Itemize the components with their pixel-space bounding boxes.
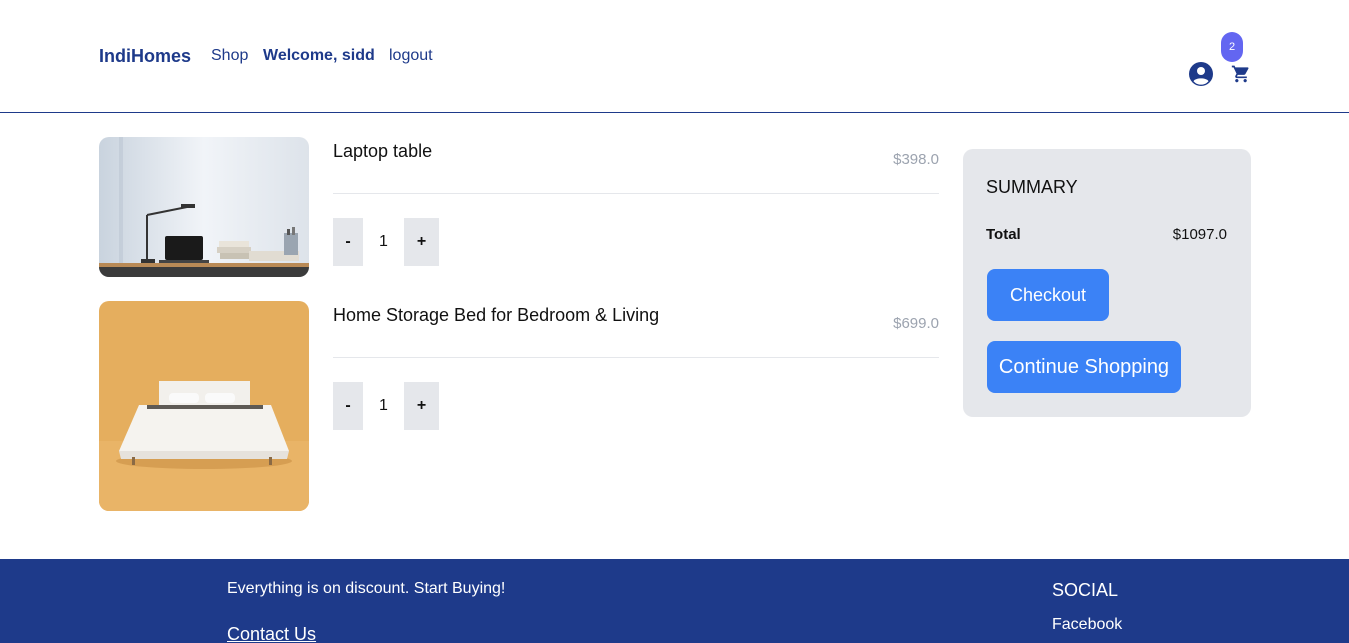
footer-tagline: Everything is on discount. Start Buying!: [227, 580, 506, 597]
welcome-text: Welcome, sidd: [263, 47, 375, 64]
increase-quantity-button[interactable]: +: [404, 382, 439, 430]
order-summary-panel: SUMMARY Total $1097.0 Checkout Continue …: [963, 149, 1251, 417]
laptop-table-photo[interactable]: [99, 137, 309, 277]
quantity-value: 1: [379, 233, 388, 250]
divider: [333, 193, 939, 194]
item-name[interactable]: Laptop table: [333, 141, 432, 162]
item-price: $699.0: [893, 315, 939, 332]
site-footer: Everything is on discount. Start Buying!…: [0, 559, 1349, 643]
nav-shop-link[interactable]: Shop: [211, 47, 248, 65]
brand-logo[interactable]: IndiHomes: [99, 46, 191, 67]
item-price: $398.0: [893, 151, 939, 168]
divider: [333, 357, 939, 358]
cart-count-badge: 2: [1221, 32, 1243, 62]
summary-title: SUMMARY: [986, 177, 1078, 197]
checkout-button[interactable]: Checkout: [987, 269, 1109, 321]
cart-icon[interactable]: [1231, 64, 1251, 84]
logout-link[interactable]: logout: [389, 47, 433, 65]
contact-us-link[interactable]: Contact Us: [227, 624, 316, 643]
decrease-quantity-button[interactable]: -: [333, 382, 363, 430]
increase-quantity-button[interactable]: +: [404, 218, 439, 266]
facebook-link[interactable]: Facebook: [1052, 616, 1122, 634]
quantity-value: 1: [379, 397, 388, 414]
social-heading: SOCIAL: [1052, 580, 1119, 600]
total-value: $1097.0: [1172, 226, 1227, 243]
cart-item: Home Storage Bed for Bedroom & Living $6…: [99, 301, 939, 511]
item-name[interactable]: Home Storage Bed for Bedroom & Living: [333, 305, 659, 326]
continue-shopping-button[interactable]: Continue Shopping: [987, 341, 1181, 393]
cart-item: Laptop table $398.0 - 1 +: [99, 137, 939, 277]
bed-photo[interactable]: [99, 301, 309, 511]
decrease-quantity-button[interactable]: -: [333, 218, 363, 266]
total-label: Total: [986, 226, 1021, 243]
user-circle-icon[interactable]: [1189, 62, 1213, 86]
site-header: IndiHomes Shop Welcome, sidd logout 2: [0, 0, 1349, 113]
